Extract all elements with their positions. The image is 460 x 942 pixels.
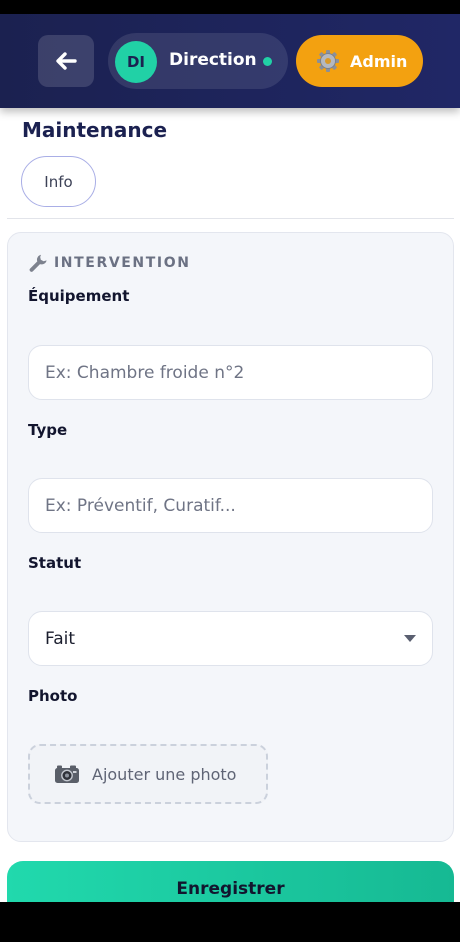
back-button[interactable]: [38, 35, 94, 87]
save-label: Enregistrer: [176, 879, 285, 899]
admin-label: Admin: [350, 51, 408, 71]
save-button[interactable]: Enregistrer: [7, 861, 454, 902]
intervention-form-card: INTERVENTION Équipement Type Statut Fait…: [7, 232, 454, 842]
page-title: Maintenance: [22, 118, 168, 142]
section-header: INTERVENTION: [28, 253, 191, 273]
avatar: DI: [115, 41, 157, 83]
status-label: Statut: [28, 554, 82, 572]
equipment-input[interactable]: [28, 345, 433, 400]
equipment-label: Équipement: [28, 287, 130, 305]
tab-info[interactable]: Info: [21, 156, 96, 207]
chevron-down-icon: [404, 635, 416, 642]
top-header: DI Direction Admin: [0, 14, 460, 108]
photo-label: Photo: [28, 687, 78, 705]
camera-icon: [55, 765, 79, 783]
gear-icon: [317, 50, 339, 72]
add-photo-label: Ajouter une photo: [92, 764, 237, 784]
add-photo-button[interactable]: Ajouter une photo: [28, 744, 268, 804]
type-input[interactable]: [28, 478, 433, 533]
user-name: Direction: [169, 50, 257, 70]
section-title: INTERVENTION: [54, 255, 191, 271]
status-select[interactable]: Fait: [28, 611, 433, 666]
online-status-dot: [263, 57, 272, 66]
app-screen: DI Direction Admin Maintenance Info INTE…: [0, 14, 460, 902]
arrow-left-icon: [56, 52, 77, 70]
status-value: Fait: [45, 628, 76, 649]
wrench-icon: [29, 254, 47, 272]
user-pill[interactable]: DI Direction: [108, 33, 288, 89]
admin-button[interactable]: Admin: [296, 35, 423, 87]
type-label: Type: [28, 421, 68, 439]
divider: [7, 218, 454, 219]
